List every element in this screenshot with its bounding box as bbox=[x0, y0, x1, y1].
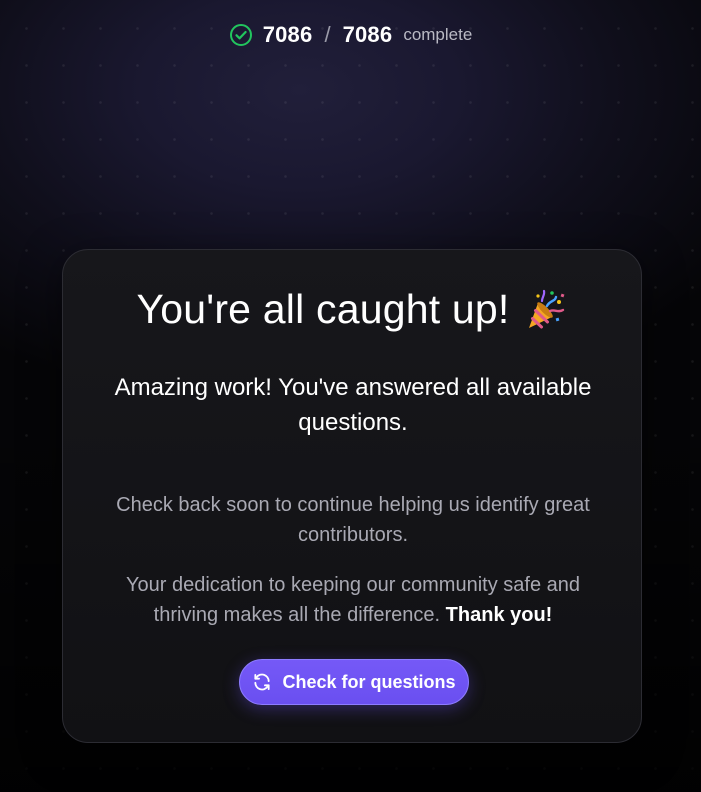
answered-count: 7086 bbox=[262, 22, 313, 47]
thank-you-text: Thank you! bbox=[445, 604, 553, 626]
card-lead-text: Amazing work! You've answered all availa… bbox=[114, 374, 592, 436]
progress-indicator: 7086 / 7086 complete bbox=[0, 20, 701, 50]
dedication-note: Your dedication to keeping our community… bbox=[93, 570, 613, 630]
check-for-questions-label: Check for questions bbox=[282, 671, 456, 692]
party-popper-icon bbox=[523, 288, 567, 332]
progress-status-label: complete bbox=[403, 25, 473, 44]
check-for-questions-button[interactable]: Check for questions bbox=[239, 659, 469, 705]
total-count: 7086 bbox=[342, 22, 393, 47]
check-back-note: Check back soon to continue helping us i… bbox=[116, 494, 590, 546]
progress-separator: / bbox=[324, 22, 331, 47]
card-title-row: You're all caught up! bbox=[63, 286, 641, 333]
refresh-icon bbox=[252, 672, 272, 692]
caught-up-card: You're all caught up! Amazing work! You'… bbox=[62, 249, 642, 743]
card-title: You're all caught up! bbox=[136, 286, 510, 332]
check-circle-icon bbox=[229, 23, 253, 47]
